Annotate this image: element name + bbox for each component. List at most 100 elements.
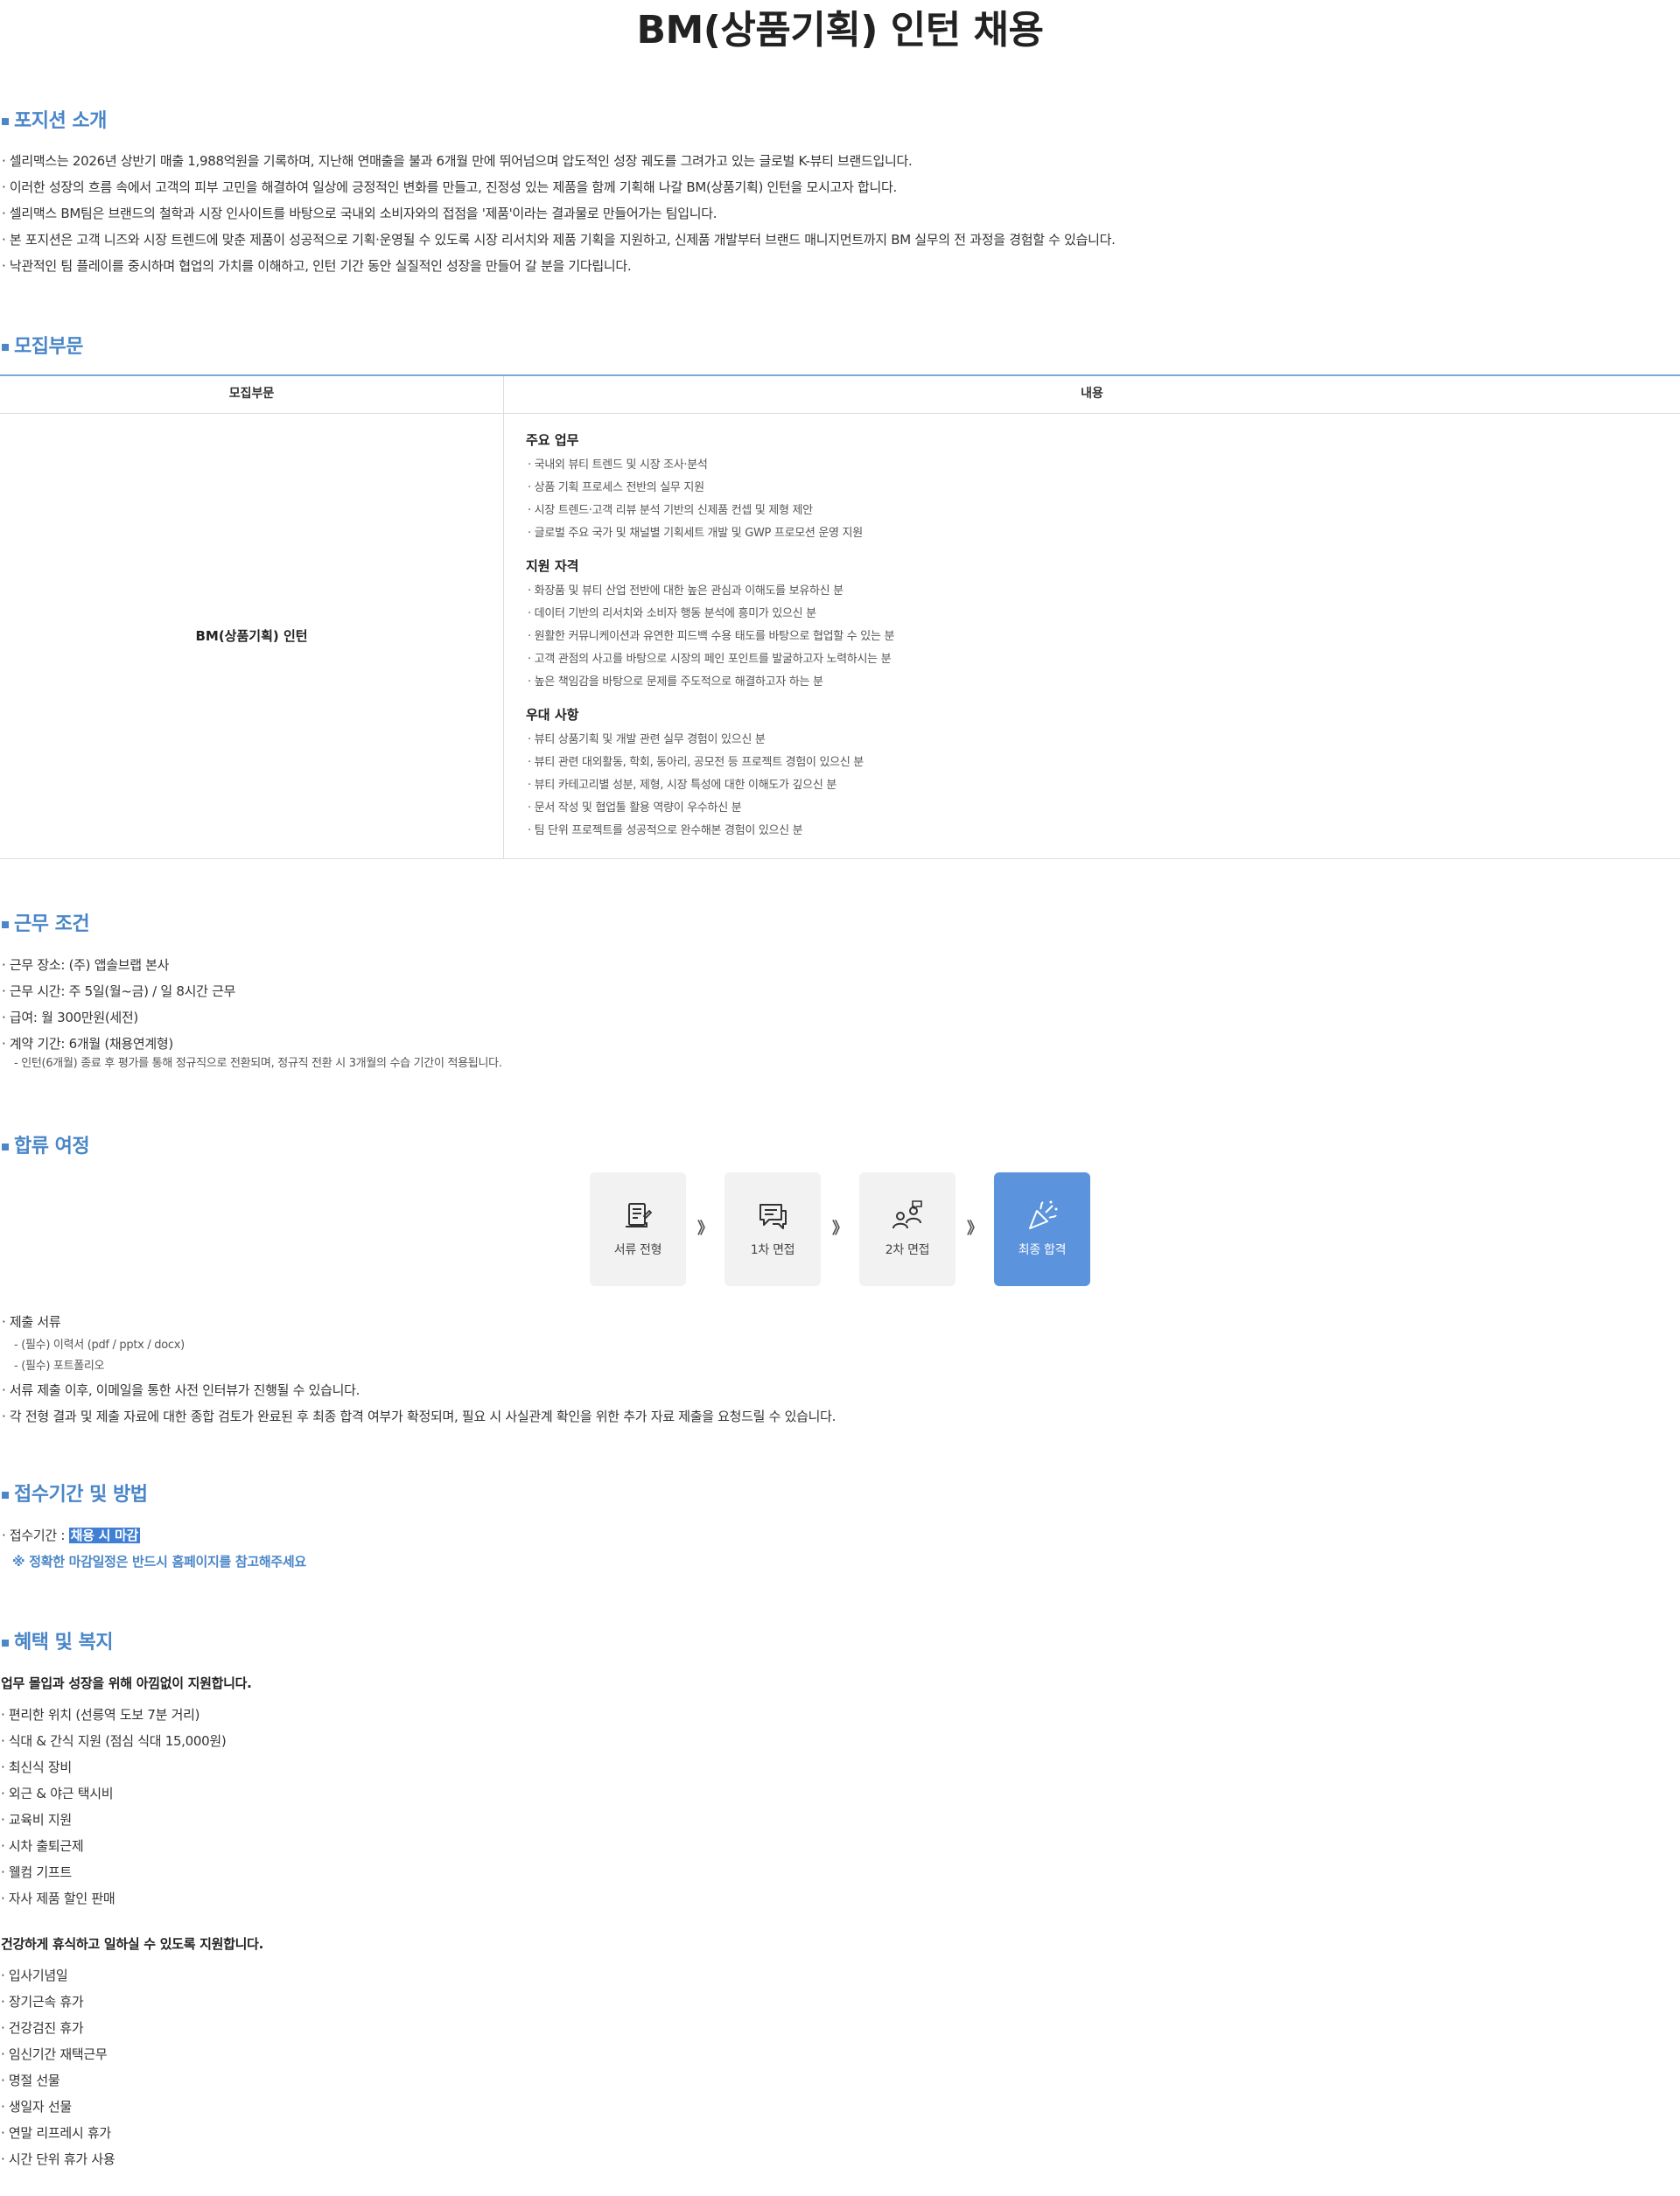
- qualifications-list: · 화장품 및 뷰티 산업 전반에 대한 높은 관심과 이해도를 보유하신 분 …: [526, 580, 1680, 694]
- list-item: · 임신기간 재택근무: [1, 2046, 108, 2062]
- section-heading-text: 접수기간 및 방법: [14, 1484, 148, 1506]
- step-label: 2차 면접: [885, 1243, 930, 1258]
- section-heading-text: 포지션 소개: [14, 110, 107, 132]
- step-final-pass: 최종 합격: [994, 1172, 1090, 1286]
- list-item: · 장기근속 휴가: [1, 1994, 84, 2010]
- benefits-rest-list: · 입사기념일 · 장기근속 휴가 · 건강검진 휴가 · 임신기간 재택근무 …: [1, 1962, 263, 2172]
- list-item: · 각 전형 결과 및 제출 자료에 대한 종합 검토가 완료된 후 최종 합격…: [2, 1409, 836, 1424]
- list-item: · 최신식 장비: [1, 1759, 72, 1775]
- conditions-note: - 인턴(6개월) 종료 후 평가를 통해 정규직으로 전환되며, 정규직 전환…: [14, 1057, 502, 1070]
- list-item: · 글로벌 주요 국가 및 채널별 기획세트 개발 및 GWP 프로모션 운영 …: [528, 527, 863, 540]
- doc-item: - (필수) 이력서 (pdf / pptx / docx): [14, 1339, 185, 1352]
- list-item: · 자사 제품 할인 판매: [1, 1891, 116, 1906]
- list-item: · 시간 단위 휴가 사용: [1, 2151, 116, 2167]
- section-heading-conditions: 근무 조건: [0, 912, 90, 939]
- step-label: 최종 합격: [1018, 1243, 1067, 1258]
- process-details: · 제출 서류 - (필수) 이력서 (pdf / pptx / docx) -…: [2, 1309, 836, 1430]
- list-item: · 뷰티 카테고리별 성분, 제형, 시장 특성에 대한 이해도가 깊으신 분: [528, 779, 836, 792]
- benefits-growth-list: · 편리한 위치 (선릉역 도보 7분 거리) · 식대 & 간식 지원 (점심…: [1, 1702, 263, 1912]
- period-label: · 접수기간 :: [2, 1528, 69, 1543]
- list-item: · 연말 리프레시 휴가: [1, 2125, 111, 2141]
- list-item: · 문서 작성 및 협업툴 활용 역량이 우수하신 분: [528, 801, 742, 815]
- conditions-list: · 근무 장소: (주) 앱솔브랩 본사 · 근무 시간: 주 5일(월~금) …: [2, 952, 502, 1057]
- list-item: · 이러한 성장의 흐름 속에서 고객의 피부 고민을 해결하여 일상에 긍정적…: [2, 179, 897, 195]
- section-marker: [2, 1492, 9, 1500]
- step-arrow: 》: [967, 1220, 983, 1239]
- section-marker: [2, 1640, 9, 1647]
- step-arrow: 》: [832, 1220, 848, 1239]
- list-item: · 고객 관점의 사고를 바탕으로 시장의 페인 포인트를 발굴하고자 노력하시…: [528, 653, 892, 666]
- period-row: · 접수기간 : 채용 시 마감: [2, 1522, 306, 1549]
- list-item: · 급여: 월 300만원(세전): [2, 1010, 138, 1025]
- list-item: · 뷰티 상품기획 및 개발 관련 실무 경험이 있으신 분: [528, 733, 766, 746]
- step-first-interview: 1차 면접: [724, 1172, 821, 1286]
- list-item: · 교육비 지원: [1, 1812, 72, 1828]
- job-posting-page: BM(상품기획) 인턴 채용 포지션 소개 · 셀리맥스는 2026년 상반기 …: [0, 0, 1680, 2196]
- list-item: · 명절 선물: [1, 2073, 60, 2088]
- group-title-preferred: 우대 사항: [526, 707, 579, 723]
- table-cell-content: 주요 업무 · 국내외 뷰티 트렌드 및 시장 조사·분석 · 상품 기획 프로…: [504, 414, 1680, 858]
- process-notes: · 서류 제출 이후, 이메일을 통한 사전 인터뷰가 진행될 수 있습니다. …: [2, 1377, 836, 1430]
- table-header-role: 모집부문: [0, 376, 504, 414]
- benefits-lead-growth: 업무 몰입과 성장을 위해 아낌없이 지원합니다.: [1, 1675, 252, 1691]
- section-marker: [2, 344, 9, 352]
- list-item: · 상품 기획 프로세스 전반의 실무 지원: [528, 481, 704, 494]
- step-label: 1차 면접: [750, 1243, 795, 1258]
- list-item: · 국내외 뷰티 트렌드 및 시장 조사·분석: [528, 458, 708, 472]
- step-document-screening: 서류 전형: [590, 1172, 686, 1286]
- benefits-block: 업무 몰입과 성장을 위해 아낌없이 지원합니다. · 편리한 위치 (선릉역 …: [1, 1670, 263, 2172]
- period-line: · 접수기간 : 채용 시 마감: [2, 1522, 306, 1549]
- section-heading-benefits: 혜택 및 복지: [0, 1630, 114, 1657]
- section-heading-text: 모집부문: [14, 336, 83, 358]
- benefits-lead-rest: 건강하게 휴식하고 일하실 수 있도록 지원합니다.: [1, 1936, 264, 1952]
- preferred-list: · 뷰티 상품기획 및 개발 관련 실무 경험이 있으신 분 · 뷰티 관련 대…: [526, 729, 1680, 843]
- duties-list: · 국내외 뷰티 트렌드 및 시장 조사·분석 · 상품 기획 프로세스 전반의…: [526, 454, 1680, 545]
- list-item: · 시차 출퇴근제: [1, 1838, 84, 1854]
- period-value: 채용 시 마감: [68, 1528, 140, 1543]
- group-title-qualifications: 지원 자격: [526, 558, 579, 574]
- list-item: · 외근 & 야근 택시비: [1, 1786, 114, 1801]
- document-icon: [626, 1203, 653, 1228]
- doc-item: - (필수) 포트폴리오: [14, 1360, 105, 1373]
- docs-heading-wrap: · 제출 서류: [2, 1309, 836, 1335]
- section-heading-text: 근무 조건: [14, 913, 90, 935]
- list-item: · 근무 시간: 주 5일(월~금) / 일 8시간 근무: [2, 983, 236, 999]
- section-marker: [2, 921, 9, 929]
- list-item: · 입사기념일: [1, 1968, 68, 1983]
- list-item: · 데이터 기반의 리서치와 소비자 행동 분석에 흥미가 있으신 분: [528, 607, 816, 620]
- list-item: · 셀리맥스 BM팀은 브랜드의 철학과 시장 인사이트를 바탕으로 국내외 소…: [2, 206, 718, 221]
- list-item: · 본 포지션은 고객 니즈와 시장 트렌드에 맞춘 제품이 성공적으로 기획·…: [2, 232, 1116, 248]
- table-header-content: 내용: [504, 376, 1680, 414]
- step-label: 서류 전형: [613, 1243, 662, 1258]
- page-title: BM(상품기획) 인턴 채용: [636, 8, 1044, 52]
- list-item: · 화장품 및 뷰티 산업 전반에 대한 높은 관심과 이해도를 보유하신 분: [528, 584, 844, 598]
- list-item: · 시장 트렌드·고객 리뷰 분석 기반의 신제품 컨셉 및 제형 제안: [528, 504, 813, 517]
- section-heading-text: 혜택 및 복지: [14, 1632, 114, 1654]
- section-heading-text: 합류 여정: [14, 1136, 90, 1157]
- section-heading-process: 합류 여정: [0, 1134, 90, 1161]
- position-intro-list: · 셀리맥스는 2026년 상반기 매출 1,988억원을 기록하며, 지난해 …: [2, 148, 1116, 279]
- list-item: · 웰컴 기프트: [1, 1864, 72, 1880]
- deadline-notice: ※ 정확한 마감일정은 반드시 홈페이지를 참고해주세요: [12, 1554, 306, 1570]
- section-heading-application: 접수기간 및 방법: [0, 1482, 148, 1509]
- list-item: · 서류 제출 이후, 이메일을 통한 사전 인터뷰가 진행될 수 있습니다.: [2, 1382, 360, 1398]
- group-title-duties: 주요 업무: [526, 432, 579, 448]
- list-item: · 편리한 위치 (선릉역 도보 7분 거리): [1, 1707, 200, 1723]
- recruit-table: 모집부문 내용 BM(상품기획) 인턴 주요 업무 · 국내외 뷰티 트렌드 및…: [0, 374, 1680, 859]
- celebration-icon: [1029, 1200, 1058, 1230]
- chat-icon: [760, 1204, 787, 1230]
- section-marker: [2, 1143, 9, 1151]
- list-item: · 생일자 선물: [1, 2099, 72, 2115]
- step-second-interview: 2차 면접: [859, 1172, 956, 1286]
- list-item: · 뷰티 관련 대외활동, 학회, 동아리, 공모전 등 프로젝트 경험이 있으…: [528, 756, 864, 769]
- list-item: · 원활한 커뮤니케이션과 유연한 피드백 수용 태도를 바탕으로 협업할 수 …: [528, 630, 895, 643]
- section-heading-position: 포지션 소개: [0, 108, 107, 136]
- section-heading-recruit: 모집부문: [0, 334, 83, 361]
- list-item: · 셀리맥스는 2026년 상반기 매출 1,988억원을 기록하며, 지난해 …: [2, 153, 913, 169]
- list-item: · 근무 장소: (주) 앱솔브랩 본사: [2, 957, 170, 973]
- list-item: · 식대 & 간식 지원 (점심 식대 15,000원): [1, 1733, 227, 1749]
- list-item: · 낙관적인 팀 플레이를 중시하며 협업의 가치를 이해하고, 인턴 기간 동…: [2, 258, 632, 274]
- section-marker: [2, 118, 9, 126]
- table-cell-role: BM(상품기획) 인턴: [0, 414, 504, 858]
- list-item: · 팀 단위 프로젝트를 성공적으로 완수해본 경험이 있으신 분: [528, 824, 803, 837]
